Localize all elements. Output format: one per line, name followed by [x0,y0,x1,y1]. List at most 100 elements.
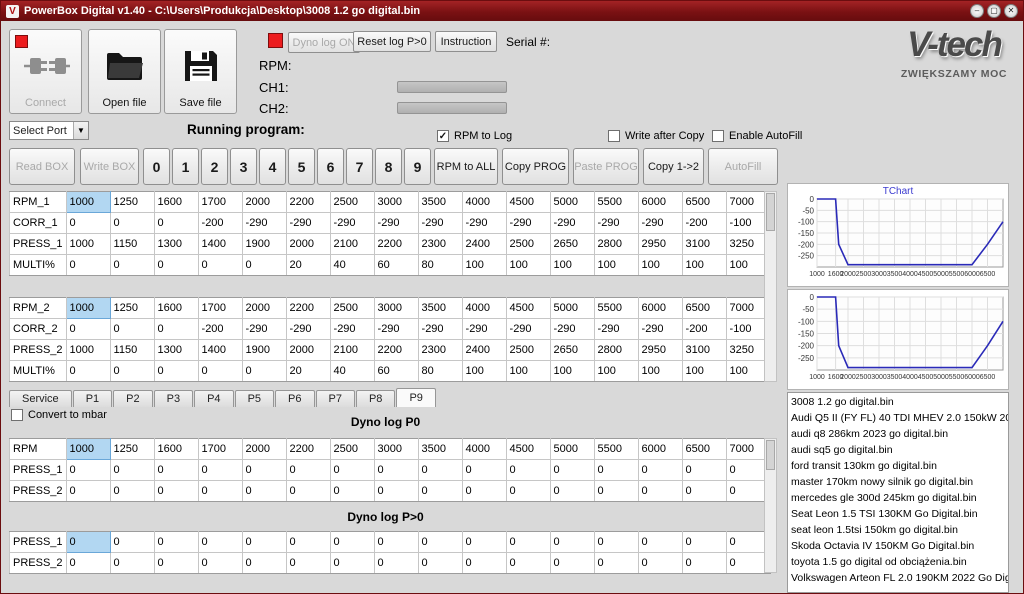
file-item[interactable]: master 170km nowy silnik go digital.bin [788,474,1008,490]
cell[interactable]: 1700 [198,298,242,319]
cell[interactable]: 0 [66,481,110,502]
cell[interactable]: -200 [682,319,726,340]
cell[interactable]: -290 [462,213,506,234]
cell[interactable]: 0 [594,460,638,481]
cell[interactable]: 1000 [66,439,110,460]
cell[interactable]: 0 [682,481,726,502]
cell[interactable]: 2100 [330,234,374,255]
close-icon[interactable]: ✕ [1004,4,1018,18]
cell[interactable]: 2000 [242,439,286,460]
rpm-to-log-checkbox[interactable]: ✓ RPM to Log [437,130,512,142]
cell[interactable]: -290 [418,319,462,340]
cell[interactable]: 0 [418,553,462,574]
cell[interactable]: 0 [374,481,418,502]
cell[interactable]: -200 [198,213,242,234]
cell[interactable]: -290 [550,213,594,234]
cell[interactable]: 0 [594,481,638,502]
cell[interactable]: 2800 [594,340,638,361]
file-item[interactable]: ford transit 130km go digital.bin [788,458,1008,474]
file-item[interactable]: Volkswagen Arteon FL 2.0 190KM 2022 Go D… [788,570,1008,586]
cell[interactable]: 0 [154,553,198,574]
write-after-copy-checkbox[interactable]: Write after Copy [608,130,704,142]
cell[interactable]: 20 [286,361,330,382]
cell[interactable]: 0 [682,532,726,553]
cell[interactable]: 2400 [462,340,506,361]
cell[interactable]: 5000 [550,192,594,213]
cell[interactable]: 0 [462,481,506,502]
cell[interactable]: 3000 [374,439,418,460]
cell[interactable]: 0 [66,532,110,553]
cell[interactable]: 1000 [66,234,110,255]
cell[interactable]: 0 [682,460,726,481]
cell[interactable]: 0 [154,361,198,382]
cell[interactable]: 2200 [286,192,330,213]
cell[interactable]: 0 [638,460,682,481]
cell[interactable]: 60 [374,361,418,382]
cell[interactable]: 2500 [506,340,550,361]
cell[interactable]: -290 [330,319,374,340]
cell[interactable]: 0 [242,481,286,502]
open-file-button[interactable]: Open file [88,29,161,114]
rpm-to-all-button[interactable]: RPM to ALL [434,148,498,185]
cell[interactable]: 4500 [506,439,550,460]
cell[interactable]: 0 [154,319,198,340]
cell[interactable]: 0 [110,481,154,502]
cell[interactable]: 1900 [242,340,286,361]
cell[interactable]: 1300 [154,340,198,361]
cell[interactable]: 2650 [550,234,594,255]
digit-button-5[interactable]: 5 [288,148,315,185]
cell[interactable]: 0 [550,481,594,502]
cell[interactable]: -290 [638,213,682,234]
file-item[interactable]: Audi Q5 II (FY FL) 40 TDI MHEV 2.0 150kW… [788,410,1008,426]
cell[interactable]: 100 [506,255,550,276]
cell[interactable]: 0 [462,460,506,481]
cell[interactable]: 60 [374,255,418,276]
maximize-icon[interactable]: ▢ [987,4,1001,18]
cell[interactable]: 1150 [110,234,154,255]
digit-button-4[interactable]: 4 [259,148,286,185]
cell[interactable]: 2200 [286,298,330,319]
cell[interactable]: 80 [418,361,462,382]
cell[interactable]: 1000 [66,192,110,213]
tab-p1[interactable]: P1 [73,390,112,407]
digit-button-8[interactable]: 8 [375,148,402,185]
cell[interactable]: -290 [374,213,418,234]
cell[interactable]: 0 [198,481,242,502]
digit-button-7[interactable]: 7 [346,148,373,185]
cell[interactable]: 1300 [154,234,198,255]
file-item[interactable]: mercedes gle 300d 245km go digital.bin [788,490,1008,506]
cell[interactable]: 0 [462,553,506,574]
cell[interactable]: 0 [374,532,418,553]
cell[interactable]: 0 [110,255,154,276]
cell[interactable]: 5000 [550,298,594,319]
save-file-button[interactable]: Save file [164,29,237,114]
cell[interactable]: 40 [330,255,374,276]
file-item[interactable]: seat leon 1.5tsi 150km go digital.bin [788,522,1008,538]
cell[interactable]: 6500 [682,192,726,213]
cell[interactable]: 0 [110,361,154,382]
cell[interactable]: 0 [418,460,462,481]
cell[interactable]: 2100 [330,340,374,361]
connect-button[interactable]: Connect [9,29,82,114]
dyno-scrollbar[interactable] [764,438,777,573]
cell[interactable]: 0 [506,532,550,553]
cell[interactable]: 1600 [154,298,198,319]
cell[interactable]: 2950 [638,234,682,255]
cell[interactable]: 20 [286,255,330,276]
cell[interactable]: 0 [110,213,154,234]
cell[interactable]: -290 [550,319,594,340]
cell[interactable]: 0 [506,553,550,574]
cell[interactable]: 80 [418,255,462,276]
cell[interactable]: 5500 [594,192,638,213]
cell[interactable]: -290 [594,213,638,234]
cell[interactable]: 3000 [374,298,418,319]
cell[interactable]: 2500 [330,439,374,460]
tab-p5[interactable]: P5 [235,390,274,407]
cell[interactable]: 100 [550,255,594,276]
cell[interactable]: 0 [66,213,110,234]
cell[interactable]: 1000 [66,340,110,361]
digit-button-3[interactable]: 3 [230,148,257,185]
file-item[interactable]: 3008 1.2 go digital.bin [788,394,1008,410]
digit-button-6[interactable]: 6 [317,148,344,185]
cell[interactable]: -290 [506,319,550,340]
